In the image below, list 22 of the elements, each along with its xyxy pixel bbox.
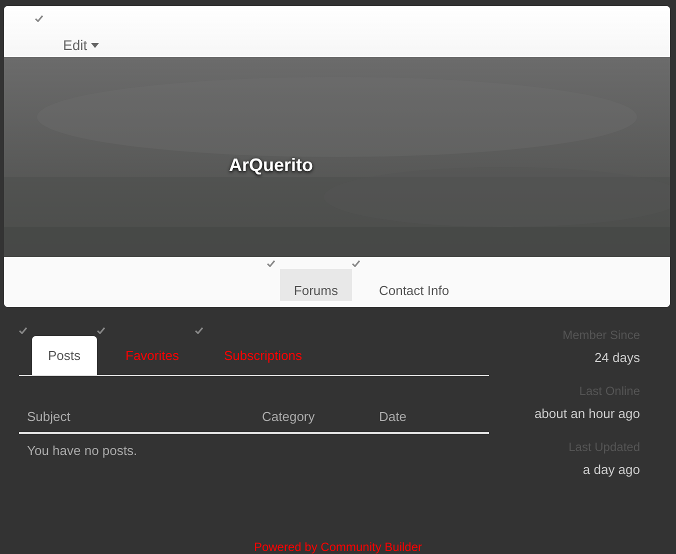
edit-menu-button[interactable]: Edit [63, 37, 100, 53]
column-header: Subject [27, 409, 72, 424]
check-icon [352, 260, 360, 267]
caret-icon [91, 42, 100, 48]
stat-value: about an hour ago [534, 406, 640, 421]
username: ArQuerito [229, 155, 314, 176]
stat-value: a day ago [582, 462, 640, 477]
profile-tab[interactable]: Contact Info [364, 269, 464, 301]
empty-message: You have no posts. [26, 442, 138, 460]
forum-tab[interactable]: Subscriptions [208, 336, 318, 375]
stat-value: 24 days [594, 350, 640, 365]
powered-by-link[interactable]: Powered by Community Builder [254, 540, 422, 554]
check-icon [96, 327, 105, 334]
forum-tab[interactable]: Favorites [110, 336, 195, 375]
check-icon [194, 327, 203, 334]
column-header: Category [262, 409, 316, 424]
check-icon [35, 15, 43, 22]
profile-tab[interactable]: Forums [280, 269, 352, 301]
column-header: Date [379, 409, 408, 424]
check-icon [266, 260, 275, 267]
check-icon [19, 327, 27, 334]
forum-tab[interactable]: Posts [32, 336, 97, 375]
